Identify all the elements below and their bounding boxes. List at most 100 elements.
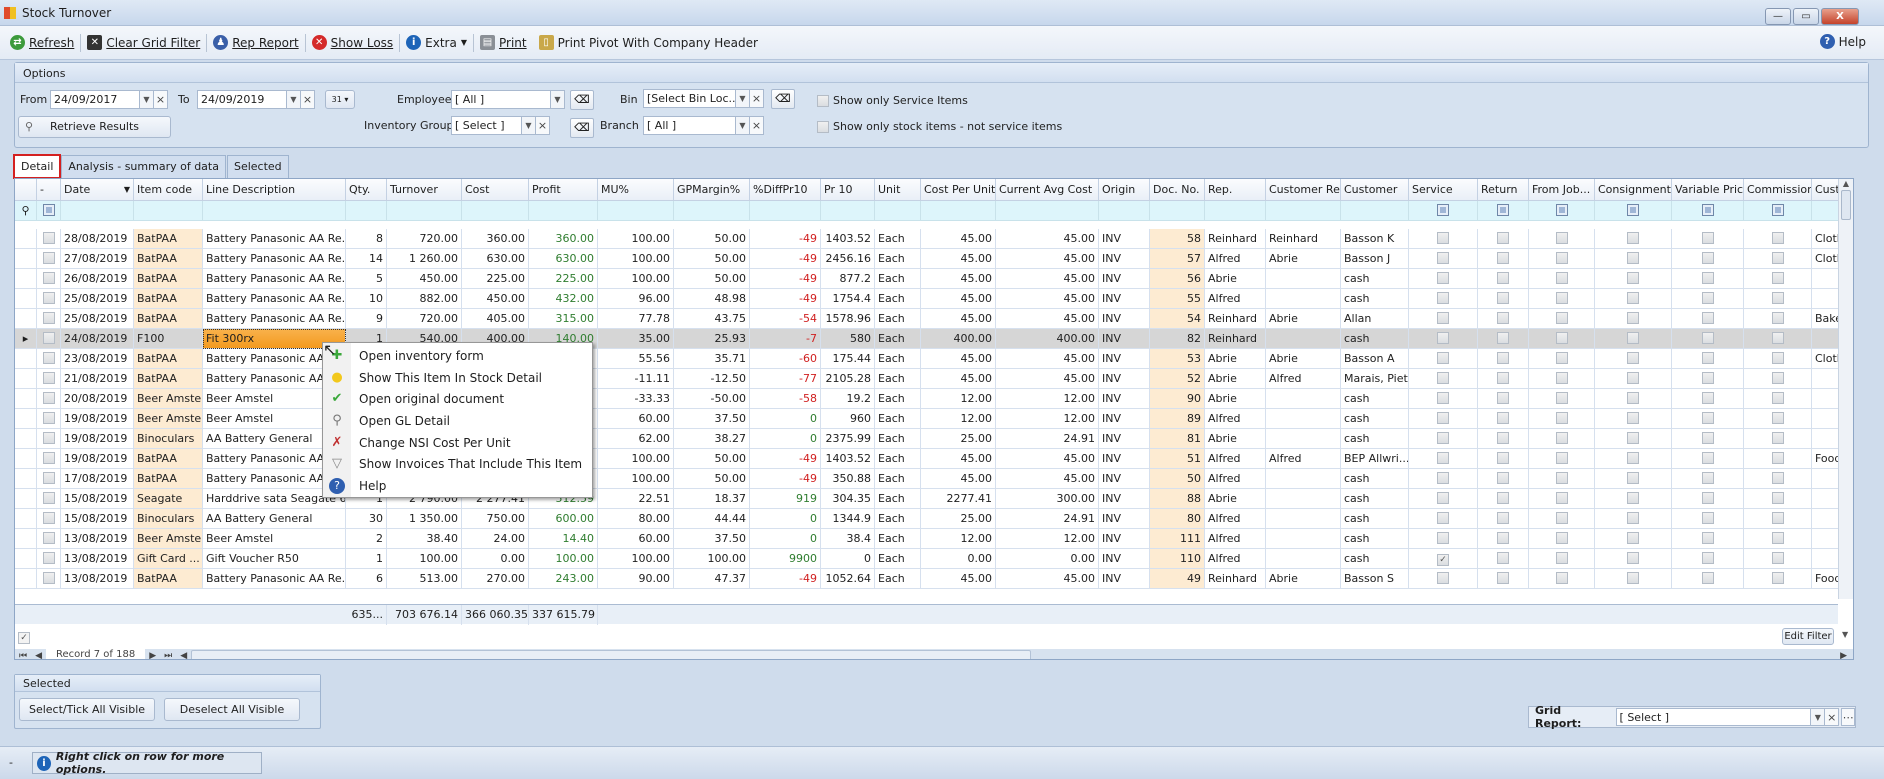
row-flag-checkbox[interactable] — [1497, 412, 1509, 424]
grid-report-more[interactable]: ⋯ — [1841, 708, 1855, 726]
row-flag-checkbox[interactable] — [1701, 292, 1714, 304]
filter-cell[interactable] — [1409, 201, 1478, 221]
grid-report-dropdown[interactable]: ▼ — [1811, 708, 1826, 726]
inventory-group-dropdown[interactable]: ▼ — [522, 116, 536, 135]
rep-report-button[interactable]: ♟ Rep Report — [207, 31, 304, 55]
row-flag-checkbox[interactable] — [1771, 272, 1784, 284]
column-header[interactable]: Turnover — [387, 179, 462, 201]
row-flag-checkbox[interactable] — [1437, 492, 1449, 504]
row-flag-checkbox[interactable] — [1497, 292, 1509, 304]
column-header[interactable]: Profit — [529, 179, 598, 201]
row-flag-checkbox[interactable] — [1701, 572, 1714, 584]
row-flag-checkbox[interactable] — [1701, 332, 1714, 344]
row-flag-checkbox[interactable] — [1701, 232, 1714, 244]
employee-select[interactable]: [ All ] — [451, 90, 551, 109]
row-flag-checkbox[interactable] — [1627, 252, 1639, 264]
row-flag-checkbox[interactable] — [1627, 372, 1639, 384]
column-header[interactable]: Current Avg Cost — [996, 179, 1099, 201]
employee-clear-button[interactable]: ⌫ — [570, 90, 594, 110]
column-header[interactable]: Commission — [1744, 179, 1812, 201]
table-cell[interactable] — [37, 229, 61, 249]
row-flag-checkbox[interactable] — [1701, 532, 1714, 544]
row-flag-checkbox[interactable] — [1771, 432, 1784, 444]
row-select-checkbox[interactable] — [42, 552, 55, 564]
row-flag-checkbox[interactable] — [1555, 472, 1568, 484]
row-flag-checkbox[interactable] — [1437, 372, 1449, 384]
row-flag-checkbox[interactable] — [1497, 452, 1509, 464]
filter-cell[interactable] — [1266, 201, 1341, 221]
row-flag-checkbox[interactable] — [1701, 552, 1714, 564]
to-date-input[interactable]: 24/09/2019 — [197, 90, 287, 109]
row-flag-checkbox[interactable] — [1627, 392, 1639, 404]
row-flag-checkbox[interactable] — [1701, 472, 1714, 484]
row-select-checkbox[interactable] — [42, 252, 55, 264]
table-row[interactable]: 28/08/2019 BatPAA Battery Panasonic AA Re.… — [15, 229, 1839, 249]
to-date-dropdown[interactable]: ▼ — [287, 90, 301, 109]
row-flag-checkbox[interactable] — [1497, 312, 1509, 324]
first-record-icon[interactable]: ⏮ — [15, 651, 31, 660]
row-flag-checkbox[interactable] — [1701, 392, 1714, 404]
table-cell[interactable] — [37, 349, 61, 369]
column-header[interactable]: Cust — [1812, 179, 1839, 201]
from-date-dropdown[interactable]: ▼ — [140, 90, 154, 109]
filter-checkbox[interactable] — [42, 204, 55, 216]
row-flag-checkbox[interactable] — [1555, 312, 1568, 324]
row-flag-checkbox[interactable] — [1771, 512, 1784, 524]
employee-dropdown[interactable]: ▼ — [551, 90, 565, 109]
scroll-left-icon[interactable]: ◀ — [176, 651, 191, 660]
row-flag-checkbox[interactable] — [1627, 492, 1639, 504]
row-flag-checkbox[interactable] — [1771, 572, 1784, 584]
filter-checkbox[interactable] — [1627, 204, 1639, 216]
row-flag-checkbox[interactable] — [1627, 332, 1639, 344]
column-header[interactable]: Origin — [1099, 179, 1150, 201]
to-date-clear[interactable]: × — [301, 90, 315, 109]
row-select-checkbox[interactable] — [42, 272, 55, 284]
filter-cell[interactable] — [996, 201, 1099, 221]
context-menu-item[interactable]: ● Show This Item In Stock Detail — [323, 367, 592, 389]
row-flag-checkbox[interactable] — [1627, 292, 1639, 304]
close-button[interactable]: X — [1821, 8, 1859, 25]
print-pivot-button[interactable]: ▯ Print Pivot With Company Header — [533, 31, 764, 55]
table-row[interactable]: ▸ 24/08/2019 F100 Fit 300rx 1 540.00 400.00 140… — [15, 329, 1839, 349]
filter-cell[interactable] — [750, 201, 821, 221]
row-flag-checkbox[interactable] — [1497, 232, 1509, 244]
filter-cell[interactable] — [821, 201, 875, 221]
table-row[interactable]: 25/08/2019 BatPAA Battery Panasonic AA Re.… — [15, 309, 1839, 329]
table-row[interactable]: 23/08/2019 BatPAA Battery Panasonic AA Re.… — [15, 349, 1839, 369]
row-flag-checkbox[interactable] — [1437, 432, 1449, 444]
row-flag-checkbox[interactable] — [1771, 352, 1784, 364]
context-menu-item[interactable]: ✗ Change NSI Cost Per Unit — [323, 432, 592, 454]
filter-cell[interactable] — [921, 201, 996, 221]
filter-cell[interactable] — [1150, 201, 1205, 221]
row-flag-checkbox[interactable] — [1555, 572, 1568, 584]
column-header[interactable]: Customer — [1341, 179, 1409, 201]
edit-filter-button[interactable]: Edit Filter — [1782, 628, 1834, 645]
bin-clear[interactable]: × — [750, 89, 764, 108]
retrieve-results-button[interactable]: ⚲ Retrieve Results — [18, 116, 171, 138]
bin-dropdown[interactable]: ▼ — [736, 89, 750, 108]
context-menu-item[interactable]: ? Help — [323, 475, 592, 497]
column-header[interactable]: Service — [1409, 179, 1478, 201]
table-row[interactable]: 13/08/2019 BatPAA Battery Panasonic AA Re.… — [15, 569, 1839, 589]
row-flag-checkbox[interactable] — [1701, 452, 1714, 464]
filter-cell[interactable] — [1341, 201, 1409, 221]
show-loss-button[interactable]: ✕ Show Loss — [306, 31, 400, 55]
row-flag-checkbox[interactable] — [1555, 432, 1568, 444]
table-row[interactable]: 15/08/2019 Binoculars AA Battery General 30… — [15, 509, 1839, 529]
select-all-visible-button[interactable]: Select/Tick All Visible — [19, 698, 155, 721]
row-flag-checkbox[interactable] — [1497, 372, 1509, 384]
filter-checkbox[interactable] — [1497, 204, 1509, 216]
column-header[interactable]: Consignment — [1595, 179, 1672, 201]
filter-checkbox[interactable] — [1771, 204, 1784, 216]
row-flag-checkbox[interactable] — [1437, 332, 1449, 344]
row-flag-checkbox[interactable] — [1555, 452, 1568, 464]
filter-checkbox[interactable] — [1437, 204, 1449, 216]
row-flag-checkbox[interactable] — [1555, 412, 1568, 424]
row-flag-checkbox[interactable] — [1437, 272, 1449, 284]
row-flag-checkbox[interactable] — [1497, 352, 1509, 364]
row-select-checkbox[interactable] — [42, 572, 55, 584]
column-header[interactable]: %DiffPr10 — [750, 179, 821, 201]
filter-pin-icon[interactable]: ⚲ — [15, 201, 37, 221]
row-flag-checkbox[interactable] — [1627, 432, 1639, 444]
row-select-checkbox[interactable] — [42, 292, 55, 304]
